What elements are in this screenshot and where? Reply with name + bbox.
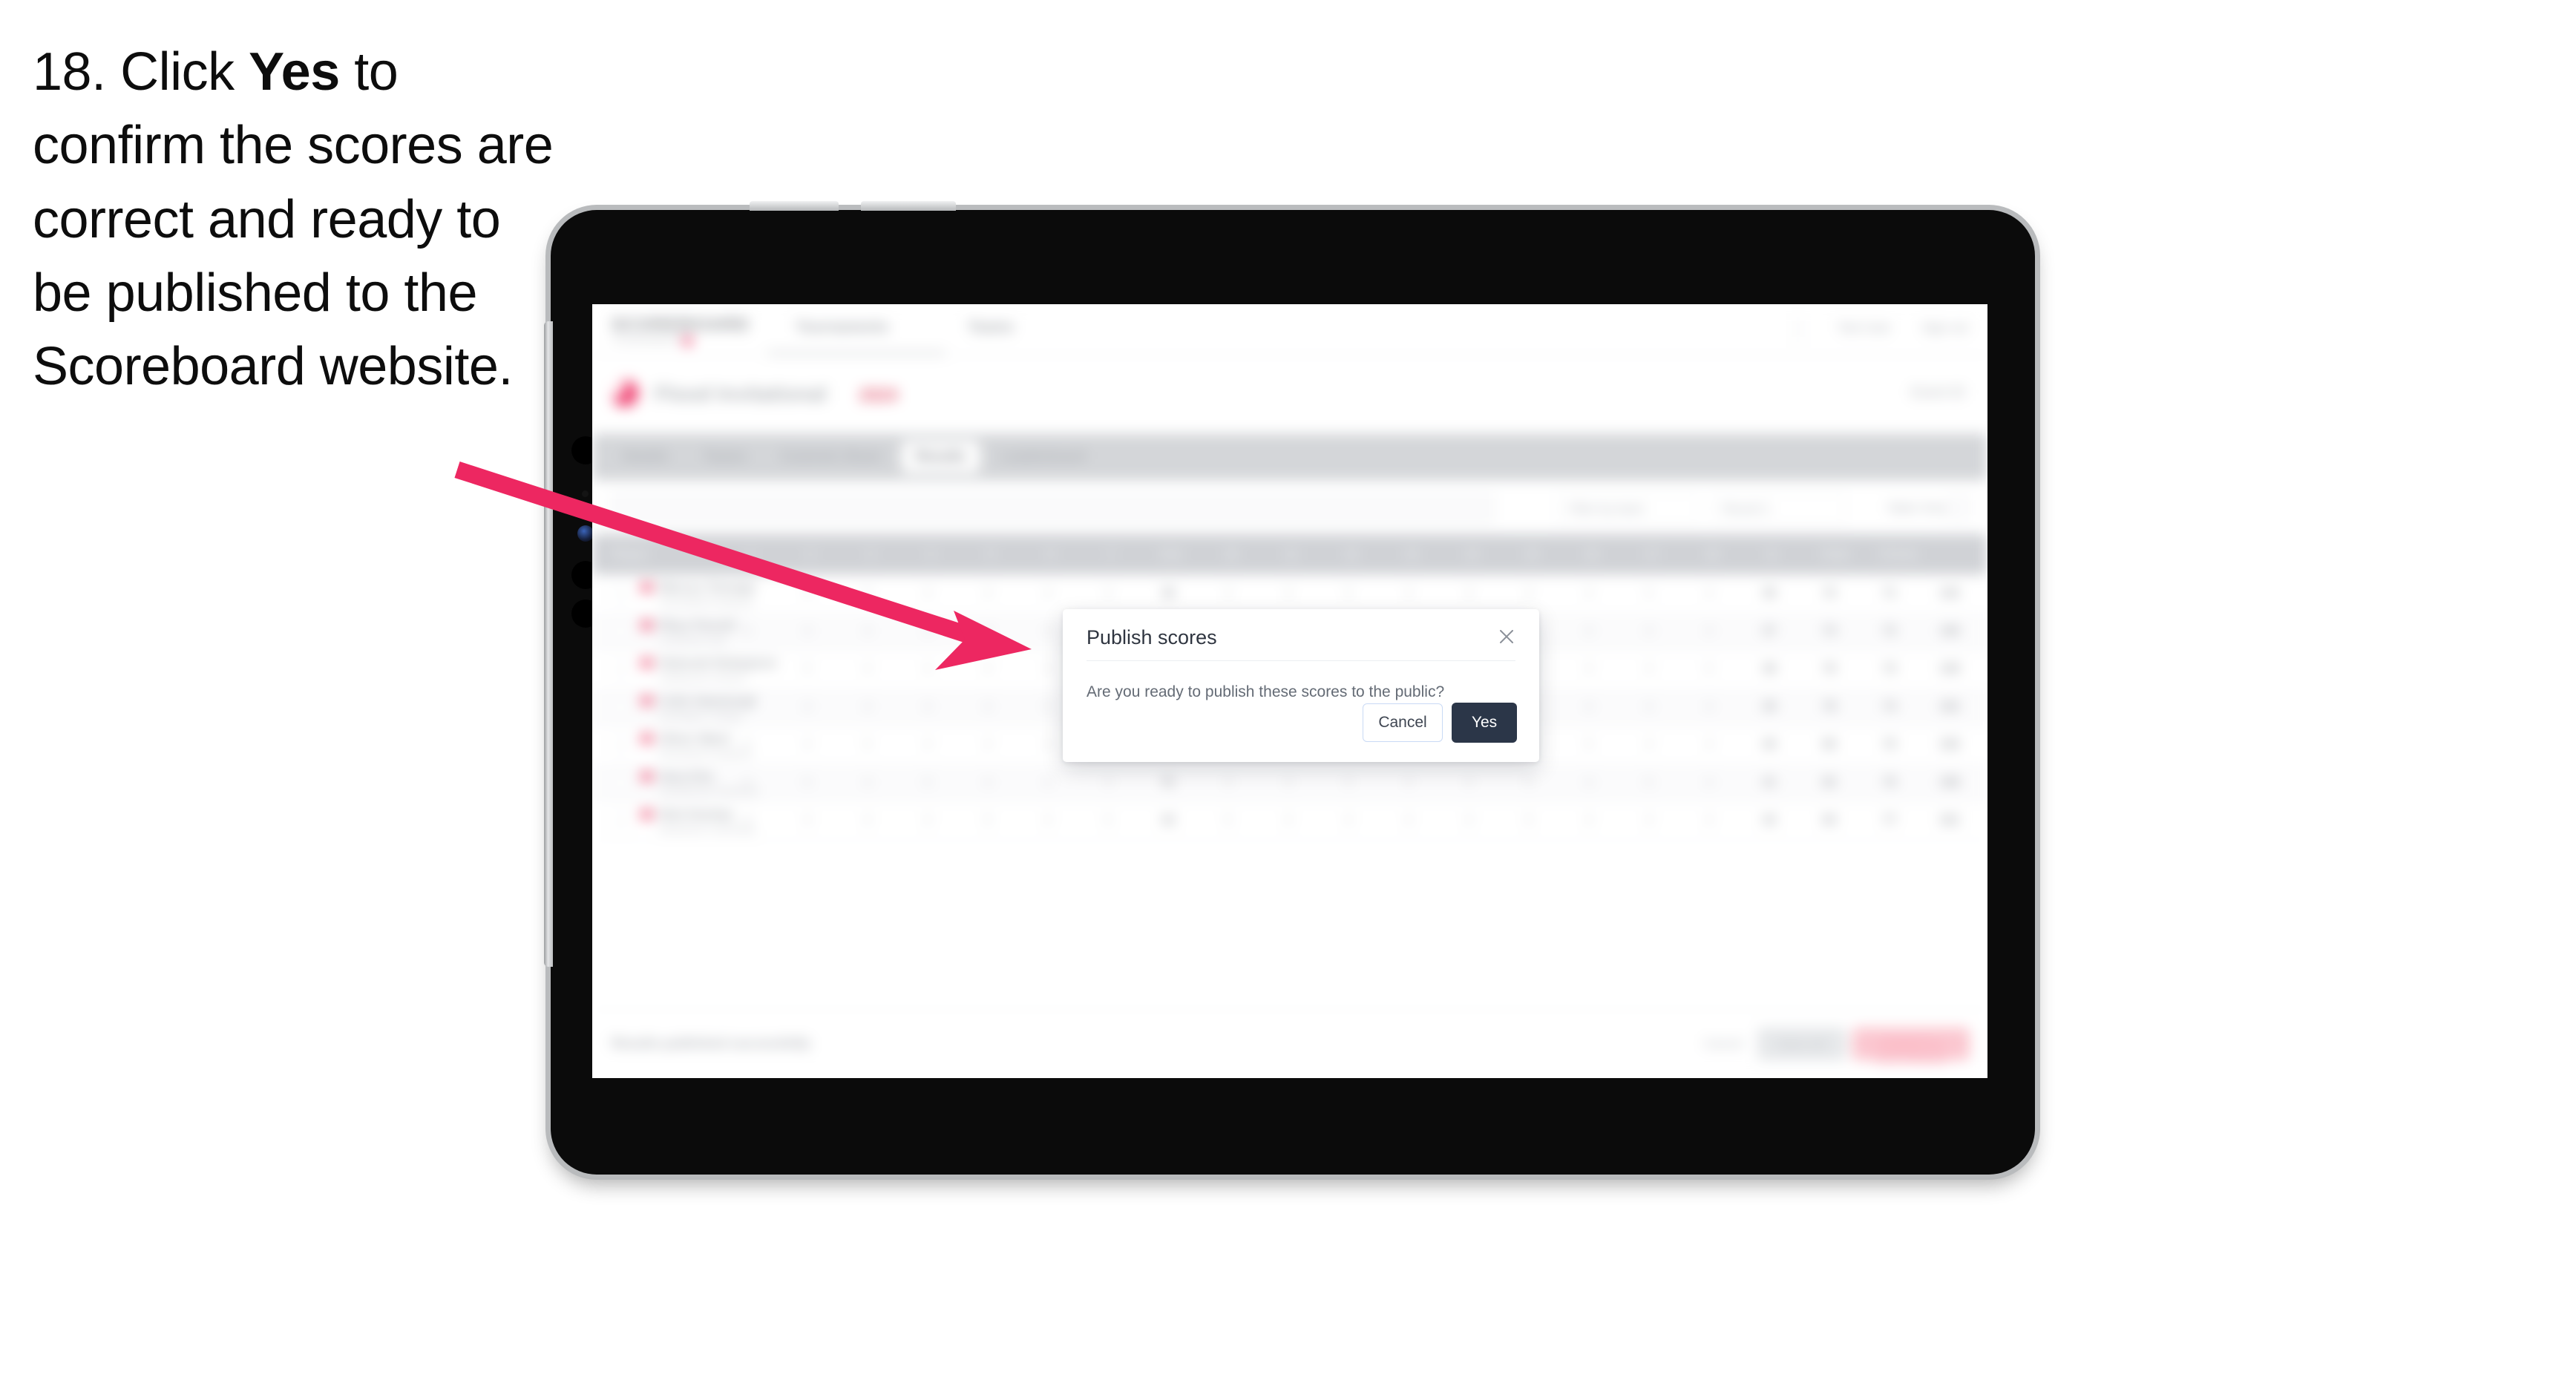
cancel-button[interactable]: Cancel: [1363, 703, 1443, 742]
yes-button[interactable]: Yes: [1452, 703, 1517, 743]
instruction-pre-text: Click: [120, 42, 235, 102]
instruction-text: 18. Click Yes to confirm the scores are …: [33, 36, 567, 404]
tablet-device: SCOREBOARD TOURNAMENTS Tournaments Teams…: [544, 201, 2035, 1175]
dialog-header-divider: [1087, 660, 1515, 661]
ambient-sensor-icon: [582, 490, 589, 497]
volume-up-button[interactable]: [750, 201, 839, 211]
tablet-screen: SCOREBOARD TOURNAMENTS Tournaments Teams…: [592, 304, 1987, 1078]
camera-lens-icon: [577, 525, 594, 542]
tablet-left-rail: [544, 321, 553, 967]
volume-down-button[interactable]: [861, 201, 956, 211]
close-icon[interactable]: [1493, 623, 1520, 650]
dialog-message: Are you ready to publish these scores to…: [1087, 683, 1445, 700]
instruction-step-number: 18.: [33, 42, 106, 102]
dialog-header: Publish scores: [1063, 609, 1539, 663]
publish-scores-dialog: Publish scores Are you ready to publish …: [1063, 609, 1539, 762]
instruction-emphasis: Yes: [249, 42, 340, 102]
dialog-actions: Cancel Yes: [1363, 703, 1517, 743]
dialog-title: Publish scores: [1087, 626, 1217, 648]
modal-layer: Publish scores Are you ready to publish …: [592, 304, 1987, 1078]
